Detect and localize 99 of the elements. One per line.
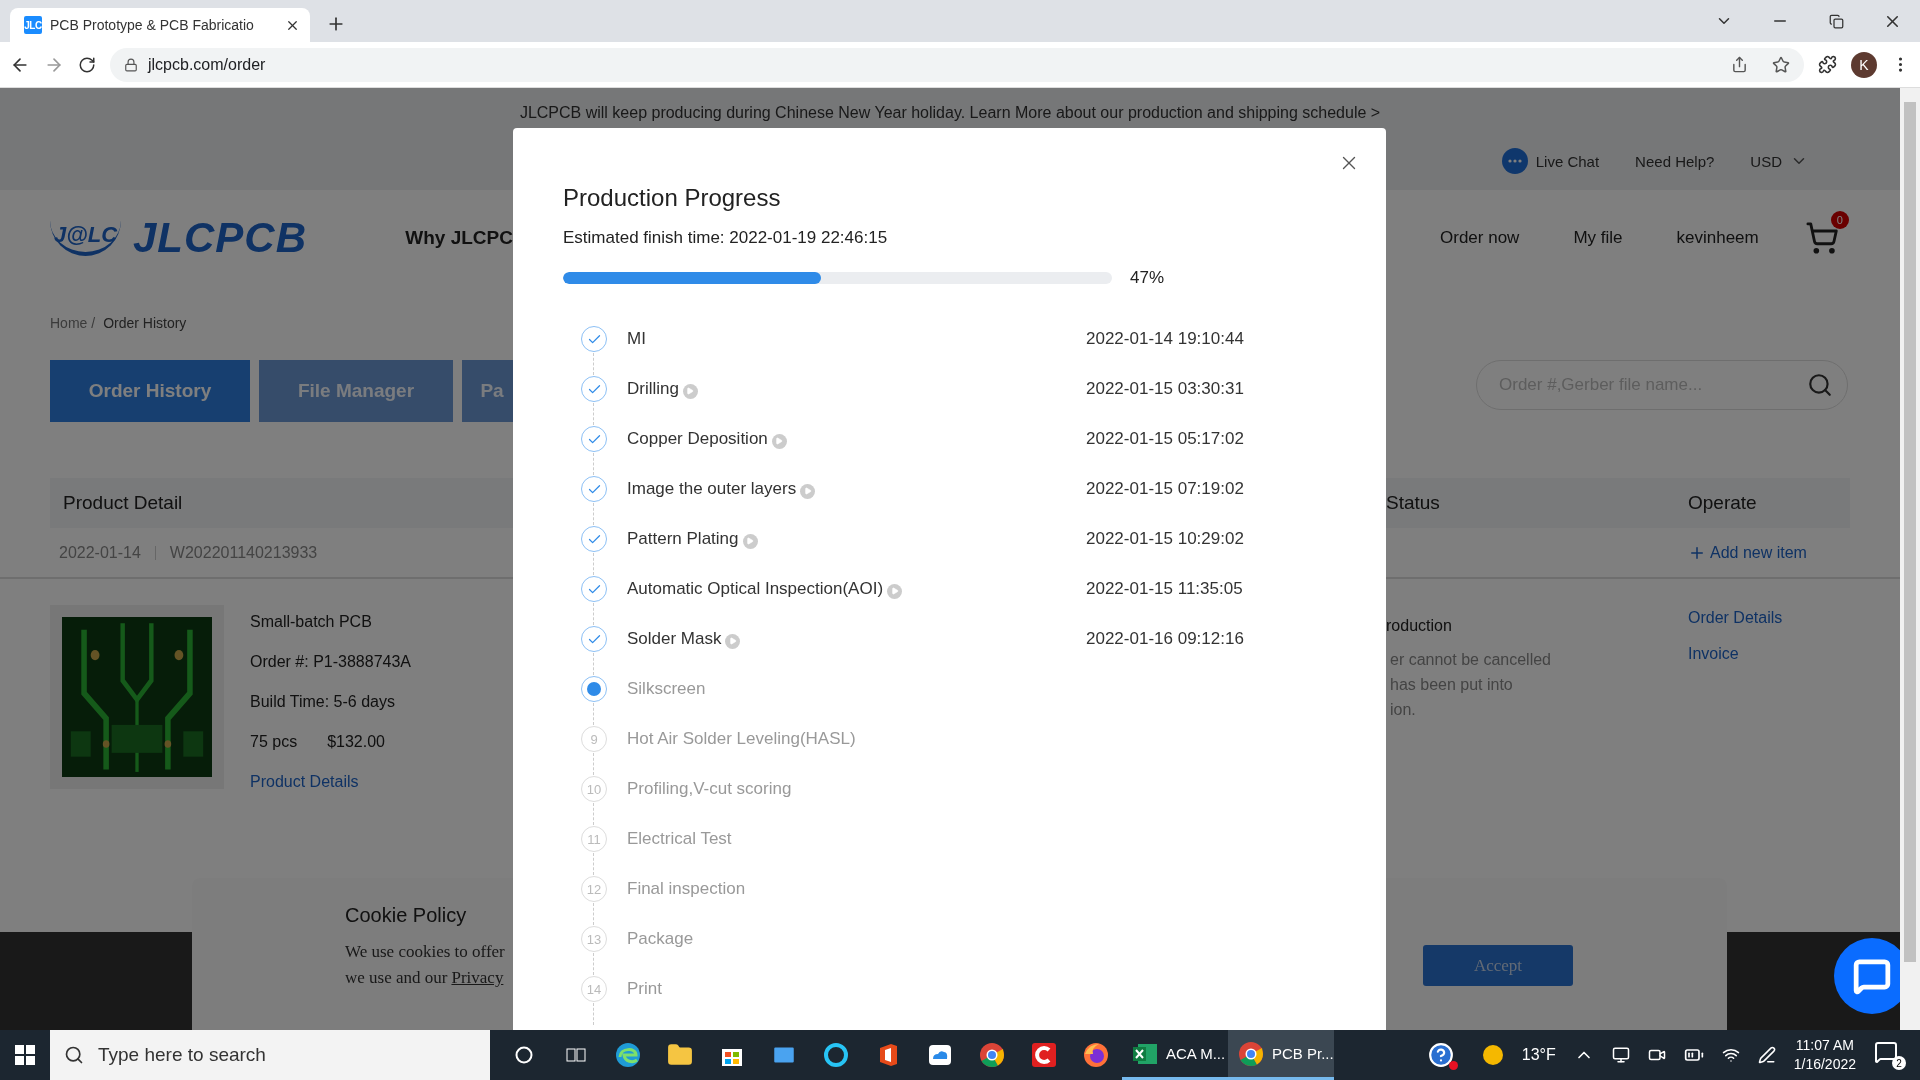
bookmark-star-icon[interactable] bbox=[1772, 55, 1790, 74]
step-label: Hot Air Solder Leveling(HASL) bbox=[627, 729, 856, 749]
restore-icon[interactable] bbox=[1828, 13, 1844, 29]
tab-title: PCB Prototype & PCB Fabricatio bbox=[50, 17, 255, 33]
nav-link[interactable]: kevinheem bbox=[1676, 228, 1759, 248]
step-label: Final inspection bbox=[627, 879, 746, 899]
address-field[interactable]: jlcpcb.com/order bbox=[110, 47, 1804, 82]
scrollbar-thumb[interactable] bbox=[1904, 102, 1916, 962]
chat-icon bbox=[1501, 148, 1528, 174]
clock[interactable]: 11:07 AM 1/16/2022 bbox=[1793, 1036, 1856, 1074]
status-text: roduction bbox=[1386, 617, 1453, 635]
help-link[interactable]: Need Help? bbox=[1635, 152, 1715, 170]
step-label: Print bbox=[627, 979, 662, 999]
quantity: 75 pcs bbox=[250, 733, 298, 751]
order-date: 2022-01-14 bbox=[59, 543, 141, 562]
breadcrumb-link[interactable]: Home / bbox=[50, 315, 96, 331]
cookie-text: we use and our bbox=[345, 967, 448, 989]
page-tab[interactable]: File Manager bbox=[259, 360, 453, 422]
progress-percent: 47% bbox=[1130, 268, 1165, 288]
fox-globe-icon[interactable] bbox=[1083, 1042, 1109, 1068]
order-id: Order #: P1-3888743A bbox=[250, 653, 411, 671]
step-time: 2022-01-15 07:19:02 bbox=[1086, 479, 1245, 499]
live-chat-link[interactable]: Live Chat bbox=[1535, 152, 1600, 170]
search-icon[interactable] bbox=[1807, 372, 1833, 398]
step-time: 2022-01-16 09:12:16 bbox=[1086, 629, 1245, 649]
product-details-link[interactable]: Product Details bbox=[250, 773, 411, 791]
accept-button[interactable]: Accept bbox=[1423, 945, 1573, 986]
step-label: Solder Mask bbox=[627, 629, 722, 649]
currency-select[interactable]: USD bbox=[1750, 152, 1782, 170]
page-tab[interactable]: Order History bbox=[50, 360, 250, 422]
cart-icon[interactable] bbox=[1804, 221, 1839, 255]
url-text: jlcpcb.com/order bbox=[148, 55, 266, 74]
dialog-title: Production Progress bbox=[563, 184, 782, 212]
nav-link[interactable]: Order now bbox=[1440, 228, 1520, 248]
ring-icon[interactable] bbox=[823, 1042, 849, 1068]
search-icon bbox=[64, 1045, 84, 1065]
task-view-icon[interactable] bbox=[566, 1046, 586, 1064]
spreadsheet-icon bbox=[1132, 1041, 1158, 1066]
step-label: Profiling,V-cut scoring bbox=[627, 779, 792, 799]
weather-text: 13°F bbox=[1521, 1046, 1556, 1064]
site-favicon: JLC bbox=[24, 16, 42, 34]
step-label: Copper Deposition bbox=[627, 429, 768, 449]
folder-icon[interactable] bbox=[667, 1042, 693, 1068]
step-label: Electrical Test bbox=[627, 829, 732, 849]
profile-avatar[interactable]: K bbox=[1851, 51, 1877, 78]
step-time: 2022-01-15 11:35:05 bbox=[1086, 579, 1244, 599]
page-tab[interactable]: Pa bbox=[462, 360, 513, 422]
windows-logo-icon bbox=[15, 1045, 35, 1065]
cleaner-icon[interactable] bbox=[1031, 1042, 1057, 1068]
estimated-finish: Estimated finish time: 2022-01-19 22:46:15 bbox=[563, 228, 889, 248]
share-icon[interactable] bbox=[1731, 56, 1748, 73]
column-header: Status bbox=[1386, 492, 1440, 514]
step-label: Automatic Optical Inspection(AOI) bbox=[627, 579, 884, 599]
taskbar-window[interactable]: PCB Pr... bbox=[1228, 1030, 1334, 1080]
browser-tab[interactable]: JLC PCB Prototype & PCB Fabricatio bbox=[10, 8, 310, 42]
step-time: 2022-01-15 10:29:02 bbox=[1086, 529, 1245, 549]
status-note: ion. bbox=[1389, 700, 1417, 720]
extensions-icon[interactable] bbox=[1818, 55, 1837, 74]
notifications-icon bbox=[1874, 1040, 1898, 1064]
nav-link[interactable]: My file bbox=[1573, 228, 1623, 248]
step-label: MI bbox=[627, 329, 646, 349]
step-label: Drilling bbox=[627, 379, 679, 399]
nav-link[interactable]: Why JLCPC bbox=[405, 227, 513, 249]
chat-bubble-icon bbox=[1853, 957, 1891, 995]
chrome-circle-icon[interactable] bbox=[979, 1042, 1005, 1068]
product-name: Small-batch PCB bbox=[250, 613, 373, 631]
action-link[interactable]: Order Details bbox=[1688, 609, 1850, 627]
step-label: Image the outer layers bbox=[627, 479, 797, 499]
step-time: 2022-01-15 05:17:02 bbox=[1086, 429, 1245, 449]
reload-icon[interactable] bbox=[78, 55, 96, 74]
cookie-text: We use cookies to offer bbox=[345, 941, 505, 963]
cloud-icon[interactable] bbox=[927, 1042, 953, 1068]
site-logo[interactable]: J@LC JLCPCB bbox=[50, 214, 308, 262]
add-item-link[interactable]: Add new item bbox=[1710, 543, 1850, 562]
wifi-icon[interactable] bbox=[1721, 1046, 1740, 1064]
lock-icon bbox=[124, 57, 138, 72]
step-label: Package bbox=[627, 929, 694, 949]
action-link[interactable]: Invoice bbox=[1688, 645, 1850, 663]
step-label: Silkscreen bbox=[627, 679, 706, 699]
chrome-circle-icon[interactable] bbox=[1238, 1040, 1264, 1067]
pen-icon[interactable] bbox=[1757, 1046, 1776, 1064]
price: $132.00 bbox=[327, 733, 385, 751]
status-note: has been put into bbox=[1389, 675, 1514, 695]
column-header: Product Detail bbox=[63, 492, 183, 514]
step-time: 2022-01-15 03:30:31 bbox=[1086, 379, 1245, 399]
monitor-icon[interactable] bbox=[1611, 1046, 1630, 1064]
order-number: W202201140213933 bbox=[169, 543, 318, 562]
privacy-link[interactable]: Privacy bbox=[451, 965, 504, 991]
step-time: 2022-01-14 19:10:44 bbox=[1086, 329, 1245, 349]
step-label: Pattern Plating bbox=[627, 529, 739, 549]
build-time: Build Time: 5-6 days bbox=[250, 693, 396, 711]
taskbar-search-field[interactable]: Type here to search bbox=[50, 1030, 490, 1080]
swirl-icon[interactable] bbox=[615, 1042, 641, 1068]
notifications-button[interactable]: 2 bbox=[1874, 1040, 1906, 1070]
status-note: er cannot be cancelled bbox=[1389, 650, 1551, 670]
cart-count-badge: 0 bbox=[1830, 211, 1849, 229]
column-header: Operate bbox=[1688, 492, 1758, 514]
cookie-title: Cookie Policy bbox=[345, 904, 468, 927]
sun-icon bbox=[1481, 1044, 1504, 1066]
